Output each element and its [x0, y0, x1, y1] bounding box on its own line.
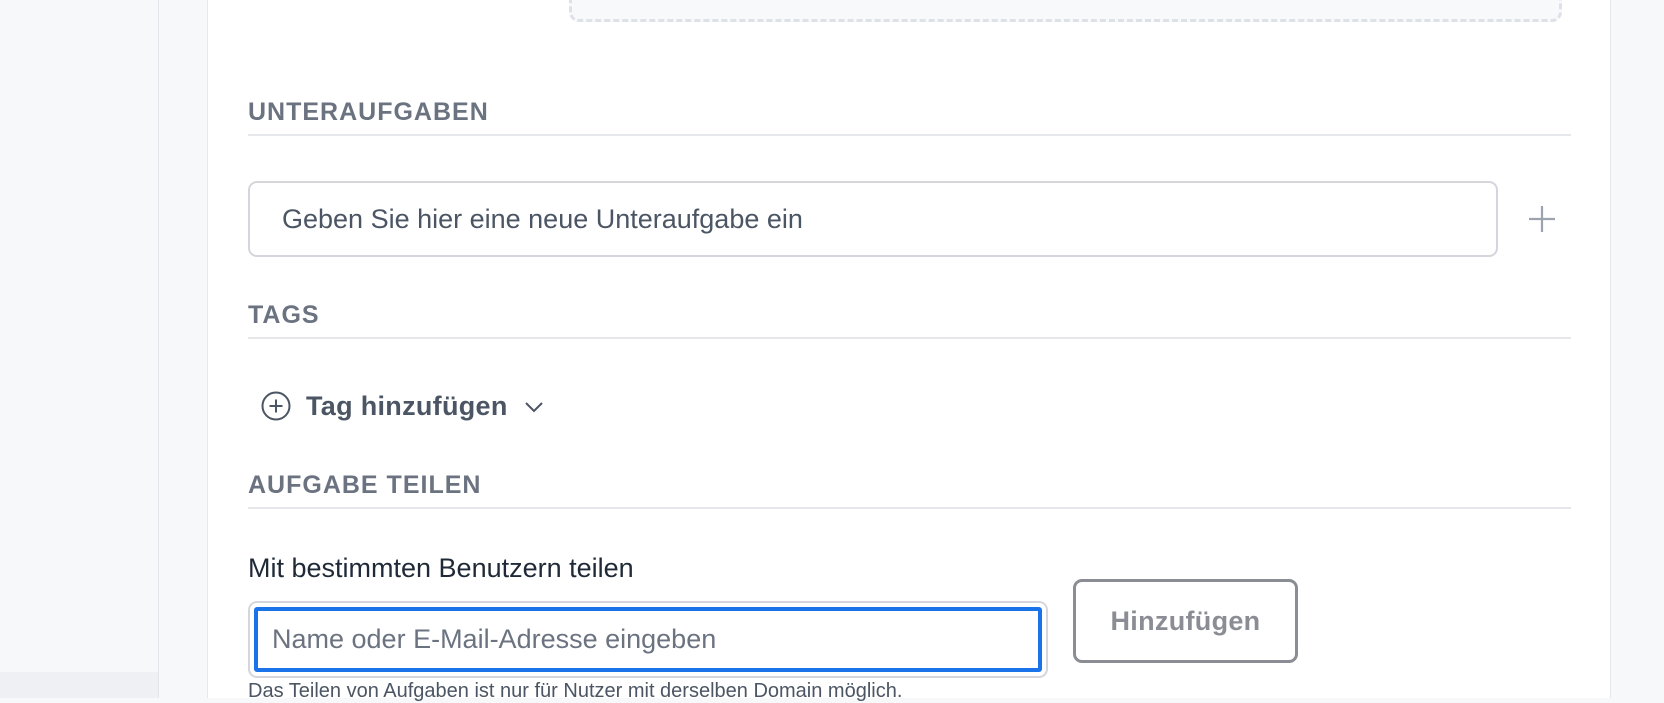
plus-icon [1529, 206, 1555, 232]
left-sidebar-footer [0, 672, 158, 698]
add-subtask-button[interactable] [1524, 200, 1560, 238]
plus-circle-icon [261, 391, 291, 421]
share-section-title: AUFGABE TEILEN [248, 471, 1571, 509]
share-domain-hint: Das Teilen von Aufgaben ist nur für Nutz… [248, 680, 903, 702]
share-add-button[interactable]: Hinzufügen [1073, 579, 1298, 663]
chevron-down-icon [524, 402, 543, 413]
add-tag-button[interactable]: Tag hinzufügen [260, 386, 546, 426]
share-users-label: Mit bestimmten Benutzern teilen [248, 553, 634, 583]
left-sidebar [0, 0, 159, 698]
tags-section-title: TAGS [248, 301, 1571, 339]
attachment-dropzone[interactable] [569, 0, 1562, 22]
content-gutter [160, 0, 207, 698]
new-subtask-input[interactable] [248, 181, 1498, 257]
share-user-input[interactable] [254, 607, 1042, 672]
add-tag-label: Tag hinzufügen [306, 390, 508, 421]
share-input-wrapper [248, 601, 1048, 678]
subtasks-section-title: UNTERAUFGABEN [248, 98, 1571, 136]
right-gutter [1611, 0, 1664, 698]
